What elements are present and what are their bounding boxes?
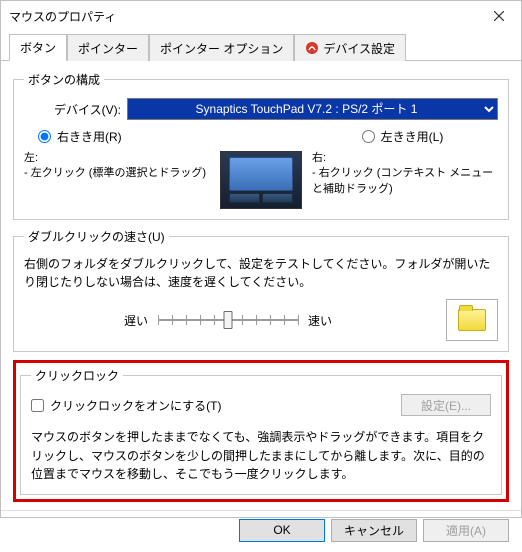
synaptics-icon — [305, 41, 319, 55]
dblclick-text: 右側のフォルダをダブルクリックして、設定をテストしてください。フォルダが開いたり… — [24, 255, 498, 291]
left-button-desc: 左: - 左クリック (標準の選択とドラッグ) — [24, 151, 210, 209]
close-icon — [494, 11, 504, 21]
mouse-properties-window: マウスのプロパティ ボタン ポインター ポインター オプション デバイス設定 ボ… — [0, 0, 522, 518]
clicklock-row: クリックロックをオンにする(T) 設定(E)... — [31, 394, 491, 416]
clicklock-checkbox-label: クリックロックをオンにする(T) — [50, 397, 221, 414]
speed-slider-wrap: 遅い — [124, 307, 436, 333]
dialog-button-bar: OK キャンセル 適用(A) — [1, 510, 521, 552]
left-line: - 左クリック (標準の選択とドラッグ) — [24, 166, 210, 181]
right-handed-input[interactable] — [38, 130, 51, 143]
group-legend: ダブルクリックの速さ(U) — [24, 228, 169, 245]
tab-strip: ボタン ポインター ポインター オプション デバイス設定 — [1, 31, 521, 61]
right-heading: 右: — [312, 151, 498, 166]
tab-content: ボタンの構成 デバイス(V): Synaptics TouchPad V7.2 … — [1, 61, 521, 510]
slow-label: 遅い — [124, 312, 148, 329]
clicklock-checkbox-input[interactable] — [31, 399, 44, 412]
left-handed-input[interactable] — [362, 130, 375, 143]
dblclick-row: 遅い — [24, 299, 498, 341]
right-handed-radio[interactable]: 右きき用(R) — [38, 128, 122, 145]
group-legend: クリックロック — [31, 367, 123, 384]
button-description-row: 左: - 左クリック (標準の選択とドラッグ) 右: - 右クリック (コンテキ… — [24, 151, 498, 209]
tab-label: ボタン — [20, 39, 56, 56]
device-label: デバイス(V): — [54, 101, 121, 118]
clicklock-text: マウスのボタンを押したままでなくても、強調表示やドラッグができます。項目をクリッ… — [31, 428, 491, 484]
group-legend: ボタンの構成 — [24, 71, 104, 88]
device-select[interactable]: Synaptics TouchPad V7.2 : PS/2 ポート 1 — [127, 98, 498, 120]
slider-thumb[interactable] — [224, 311, 233, 329]
handedness-row: 右きき用(R) 左きき用(L) — [38, 128, 498, 145]
close-button[interactable] — [476, 1, 521, 31]
cancel-button[interactable]: キャンセル — [331, 519, 417, 542]
right-handed-label: 右きき用(R) — [57, 128, 122, 145]
tab-label: ポインター オプション — [160, 40, 283, 57]
device-row: デバイス(V): Synaptics TouchPad V7.2 : PS/2 … — [54, 98, 498, 120]
right-line: - 右クリック (コンテキスト メニューと補助ドラッグ) — [312, 166, 498, 197]
folder-icon — [458, 309, 486, 331]
apply-button: 適用(A) — [423, 519, 509, 542]
clicklock-group: クリックロック クリックロックをオンにする(T) 設定(E)... マウスのボタ… — [20, 367, 502, 495]
clicklock-highlight: クリックロック クリックロックをオンにする(T) 設定(E)... マウスのボタ… — [13, 360, 509, 502]
left-heading: 左: — [24, 151, 210, 166]
titlebar: マウスのプロパティ — [1, 1, 521, 31]
clicklock-settings-button: 設定(E)... — [401, 394, 491, 416]
tab-pointer[interactable]: ポインター — [67, 34, 149, 61]
tab-label: ポインター — [78, 40, 138, 57]
clicklock-checkbox[interactable]: クリックロックをオンにする(T) — [31, 397, 401, 414]
tab-label: デバイス設定 — [323, 40, 395, 57]
tab-device-settings[interactable]: デバイス設定 — [294, 34, 406, 61]
tab-pointer-options[interactable]: ポインター オプション — [149, 34, 294, 61]
window-title: マウスのプロパティ — [9, 8, 476, 25]
double-click-group: ダブルクリックの速さ(U) 右側のフォルダをダブルクリックして、設定をテストして… — [13, 228, 509, 352]
touchpad-illustration — [220, 151, 302, 209]
touchpad-buttons-icon — [229, 193, 293, 203]
speed-slider[interactable] — [158, 307, 298, 333]
tab-buttons[interactable]: ボタン — [9, 34, 67, 61]
right-button-desc: 右: - 右クリック (コンテキスト メニューと補助ドラッグ) — [312, 151, 498, 209]
left-handed-radio[interactable]: 左きき用(L) — [362, 128, 444, 145]
button-config-group: ボタンの構成 デバイス(V): Synaptics TouchPad V7.2 … — [13, 71, 509, 220]
ok-button[interactable]: OK — [239, 519, 325, 542]
fast-label: 速い — [308, 312, 332, 329]
touchpad-surface-icon — [229, 157, 293, 191]
dblclick-test-folder[interactable] — [446, 299, 498, 341]
left-handed-label: 左きき用(L) — [381, 128, 444, 145]
